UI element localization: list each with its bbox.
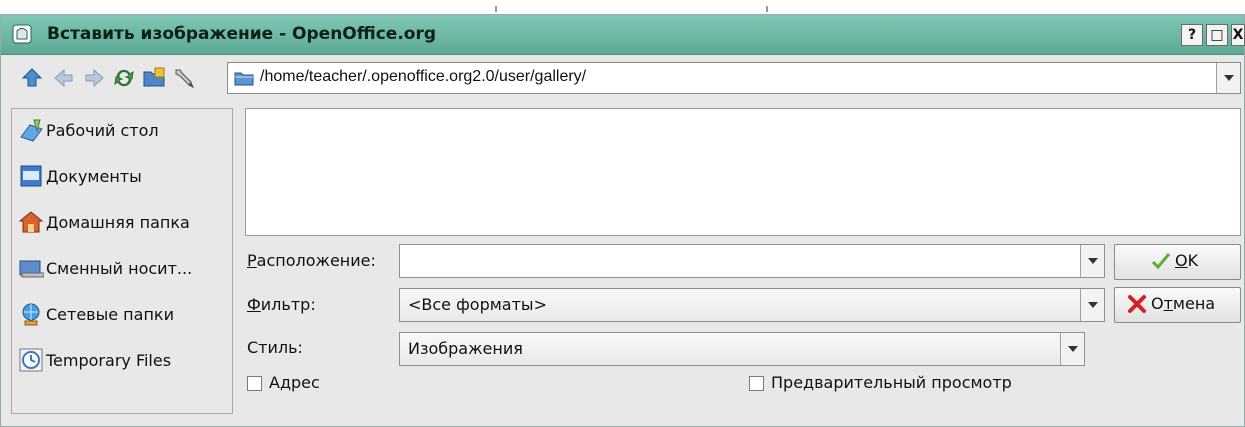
location-label-text: асположение:: [256, 251, 376, 270]
location-label-mnemonic: Р: [247, 251, 257, 270]
address-checkbox[interactable]: Адрес: [247, 373, 367, 395]
filter-select[interactable]: <Все форматы>: [399, 288, 1105, 322]
up-arrow-icon[interactable]: [19, 65, 45, 91]
filter-label-mnemonic: Ф: [247, 295, 261, 314]
sidebar-item-label: Домашняя папка: [46, 213, 190, 232]
clock-icon: [19, 348, 43, 372]
strip-tick: [495, 6, 497, 12]
file-list-view[interactable]: [245, 108, 1241, 236]
back-arrow-icon[interactable]: [51, 65, 77, 91]
navigation-toolbar: /home/teacher/.openoffice.org2.0/user/ga…: [1, 55, 1244, 101]
sidebar-item-home[interactable]: Домашняя папка: [18, 207, 232, 239]
ok-button[interactable]: OK: [1114, 244, 1241, 280]
filter-dropdown-arrow[interactable]: [1080, 289, 1104, 321]
path-text: /home/teacher/.openoffice.org2.0/user/ga…: [260, 68, 587, 85]
insert-image-dialog: Вставить изображение - OpenOffice.org ? …: [0, 14, 1245, 427]
window-title: Вставить изображение - OpenOffice.org: [47, 24, 437, 44]
sidebar-item-label: Temporary Files: [46, 351, 172, 370]
location-label: Расположение:: [247, 251, 376, 270]
network-folders-icon: [22, 303, 40, 326]
new-folder-icon[interactable]: [141, 65, 167, 91]
ok-mnemonic: O: [1175, 251, 1188, 270]
sidebar-item-label: Рабочий стол: [46, 121, 159, 140]
settings-wrench-icon[interactable]: [171, 65, 197, 91]
cancel-label-rest: мена: [1172, 294, 1216, 313]
maximize-button[interactable]: □: [1206, 24, 1228, 46]
path-dropdown-arrow[interactable]: [1216, 63, 1240, 93]
sidebar-item-documents[interactable]: Документы: [18, 161, 232, 193]
preview-checkbox[interactable]: Предварительный просмотр: [749, 373, 1049, 395]
top-strip: [0, 0, 1245, 14]
sidebar-item-desktop[interactable]: Рабочий стол: [18, 115, 232, 147]
title-bar[interactable]: Вставить изображение - OpenOffice.org ? …: [1, 15, 1245, 55]
places-sidebar: Рабочий стол Документы Домашняя папка См…: [11, 108, 233, 414]
style-label: Стиль:: [247, 338, 303, 357]
strip-tick: [766, 6, 768, 12]
sidebar-item-removable[interactable]: Сменный носит...: [18, 253, 232, 285]
address-checkbox-label: Адрес: [269, 373, 320, 392]
forward-arrow-icon[interactable]: [81, 65, 107, 91]
cancel-label-pre: О: [1151, 294, 1164, 313]
sidebar-item-network[interactable]: Сетевые папки: [18, 299, 232, 331]
ok-button-label: OK: [1175, 251, 1198, 270]
folder-icon: [234, 72, 254, 86]
openoffice-app-icon: [12, 24, 32, 44]
location-input[interactable]: [399, 244, 1105, 278]
style-dropdown-arrow[interactable]: [1060, 333, 1084, 365]
documents-icon: [20, 165, 42, 187]
ok-label-rest: K: [1187, 251, 1199, 270]
home-icon: [18, 211, 44, 233]
style-select[interactable]: Изображения: [399, 332, 1085, 366]
sidebar-item-label: Документы: [46, 167, 142, 186]
filter-label-text: ильтр:: [260, 295, 316, 314]
cancel-mnemonic: т: [1163, 294, 1173, 313]
path-combobox[interactable]: /home/teacher/.openoffice.org2.0/user/ga…: [227, 62, 1241, 94]
removable-media-icon: [19, 260, 44, 278]
filter-select-value: <Все форматы>: [408, 295, 547, 314]
cancel-button[interactable]: Отмена: [1114, 287, 1241, 323]
filter-label: Фильтр:: [247, 295, 316, 314]
sidebar-item-label: Сетевые папки: [46, 305, 174, 324]
location-dropdown-arrow[interactable]: [1080, 245, 1104, 277]
reload-icon[interactable]: [111, 65, 137, 91]
close-button[interactable]: X: [1231, 24, 1245, 46]
style-select-value: Изображения: [408, 339, 523, 358]
sidebar-item-temporary-files[interactable]: Temporary Files: [18, 345, 232, 377]
sidebar-item-label: Сменный носит...: [46, 259, 193, 278]
cancel-button-label: Отмена: [1151, 294, 1215, 313]
address-checkbox-box[interactable]: [247, 376, 262, 391]
desktop-icon: [20, 119, 43, 142]
checkmark-icon: [1151, 253, 1171, 270]
cancel-x-icon: [1128, 295, 1146, 313]
preview-checkbox-box[interactable]: [749, 376, 764, 391]
help-button[interactable]: ?: [1181, 24, 1203, 46]
preview-checkbox-label: Предварительный просмотр: [771, 373, 1012, 392]
